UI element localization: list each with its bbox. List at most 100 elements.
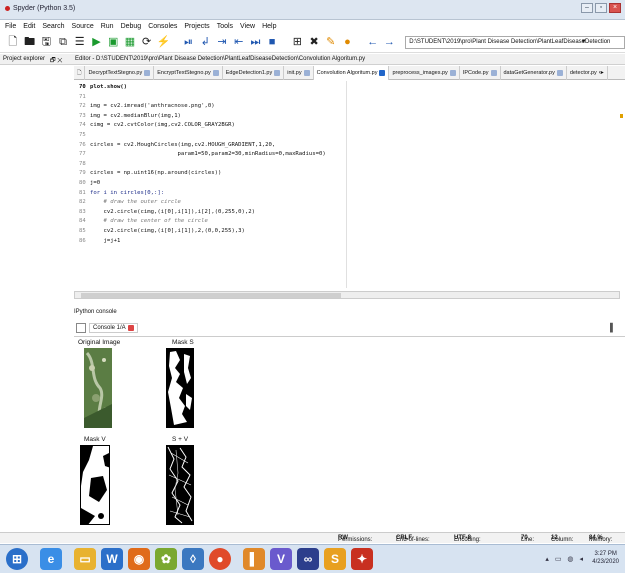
internet-explorer-icon[interactable]: e [40, 548, 62, 570]
menu-file[interactable]: File [5, 23, 16, 30]
console-browse-icon[interactable] [76, 323, 86, 333]
system-tray-icons[interactable]: ▴ ▭ ◍ ◂ [545, 555, 585, 563]
save-icon[interactable]: 🖫 [39, 35, 53, 50]
close-tab-icon[interactable] [144, 70, 151, 76]
rerun-icon[interactable]: ⚡ [156, 35, 170, 50]
file-explorer-icon[interactable]: ▭ [74, 548, 96, 570]
figure-label-mask-v: Mask V [84, 436, 106, 443]
step-return-icon[interactable]: ⇤ [232, 35, 246, 50]
menu-search[interactable]: Search [42, 23, 64, 30]
tab-edgedetection[interactable]: EdgeDetection1.py [223, 66, 285, 80]
infinity-app-icon[interactable]: ∞ [297, 548, 319, 570]
editor-horizontal-scrollbar[interactable] [74, 291, 620, 299]
word-icon[interactable]: W [101, 548, 123, 570]
menu-projects[interactable]: Projects [184, 23, 209, 30]
status-column: Column: 12 [551, 535, 573, 543]
tab-convolution[interactable]: Convolution Algoritum.py [313, 66, 390, 80]
tools-icon[interactable]: ✖ [307, 35, 321, 50]
clock[interactable]: 3:27 PM 4/23/2020 [592, 550, 619, 566]
tab-decrypt[interactable]: DecryptTextStegno.py [85, 66, 155, 80]
run-icon[interactable]: ▶ [90, 35, 104, 50]
scroll-tabs-icon[interactable]: ‹▸ [599, 67, 604, 80]
menu-consoles[interactable]: Consoles [148, 23, 177, 30]
close-tab-icon[interactable] [303, 70, 310, 76]
tab-ipcode[interactable]: IPCode.py [460, 66, 501, 80]
undock-icon[interactable]: 🗗 ✕ [50, 56, 63, 66]
close-tab-icon[interactable] [490, 70, 497, 76]
mask-s-image [166, 348, 194, 428]
run-cell-advance-icon[interactable]: ▦ [123, 35, 137, 50]
console-options-icon[interactable]: ▌ [610, 323, 616, 332]
status-column-label: Column: [551, 537, 574, 543]
run-cell-icon[interactable]: ▣ [106, 35, 120, 50]
status-encoding-label: Encoding: [454, 537, 481, 543]
spyder-taskbar-icon[interactable]: ✦ [351, 548, 373, 570]
menu-run[interactable]: Run [101, 23, 114, 30]
stop-debug-icon[interactable]: ■ [265, 35, 279, 50]
paint-icon[interactable]: ✿ [155, 548, 177, 570]
line-number: 85 [79, 227, 86, 234]
debug-icon[interactable]: ⏯ [182, 35, 196, 50]
maximize-button[interactable]: ▫ [595, 3, 607, 13]
back-arrow-icon[interactable]: ← [366, 35, 380, 50]
code-text: circles = cv2.HoughCircles(img,cv2.HOUGH… [90, 141, 276, 148]
list-icon[interactable]: ☰ [73, 35, 87, 50]
sublime-text-icon[interactable]: S [324, 548, 346, 570]
step-icon[interactable]: ↲ [198, 35, 212, 50]
menu-view[interactable]: View [240, 23, 255, 30]
firefox-icon[interactable]: ● [209, 548, 231, 570]
tool-icon[interactable]: ▌ [243, 548, 265, 570]
edge-line [346, 81, 347, 288]
console-tab[interactable]: Console 1/A [89, 323, 138, 333]
menu-source[interactable]: Source [72, 23, 94, 30]
status-permissions: Permissions: RW [338, 535, 372, 543]
tab-detector[interactable]: detector.py ‹▸ [567, 66, 608, 80]
close-tab-icon[interactable] [212, 70, 219, 76]
menu-tools[interactable]: Tools [217, 23, 233, 30]
step-into-icon[interactable]: ⇥ [215, 35, 229, 50]
title-bar: Spyder (Python 3.5) – ▫ × [0, 0, 625, 20]
start-button-icon[interactable]: ⊞ [6, 548, 28, 570]
line-number: 84 [79, 218, 86, 225]
close-console-icon[interactable] [127, 325, 134, 331]
tab-label: dataGetGenerator.py [503, 69, 555, 76]
close-tab-icon[interactable] [556, 70, 563, 76]
close-tab-icon[interactable] [449, 70, 456, 76]
menu-help[interactable]: Help [262, 23, 276, 30]
working-directory-field[interactable]: D:\STUDENT\2019\pro\Plant Disease Detect… [405, 36, 625, 49]
tab-datagetgenerator[interactable]: dataGetGenerator.py [501, 66, 567, 80]
tab-label: detector.py [569, 69, 597, 76]
run-selection-icon[interactable]: ⟳ [140, 35, 154, 50]
code-text: cimg = cv2.cvtColor(img,cv2.COLOR_GRAY2B… [90, 122, 235, 129]
line-number: 78 [79, 160, 86, 167]
continue-icon[interactable]: ⏭ [249, 35, 263, 50]
shield-icon[interactable]: ◊ [182, 548, 204, 570]
clock-time: 3:27 PM [594, 551, 617, 557]
figure-label-original: Original Image [78, 339, 121, 346]
forward-arrow-icon[interactable]: → [383, 35, 397, 50]
visual-studio-icon[interactable]: V [270, 548, 292, 570]
status-memory-label: Memory: [589, 537, 613, 543]
tab-label: Convolution Algoritum.py [316, 69, 378, 76]
python-path-icon[interactable]: ✎ [324, 35, 338, 50]
minimize-button[interactable]: – [581, 3, 593, 13]
media-player-icon[interactable]: ◉ [128, 548, 150, 570]
open-folder-icon[interactable]: 🖿 [23, 35, 37, 50]
maximize-pane-icon[interactable]: ⊞ [290, 35, 304, 50]
code-editor[interactable]: 70 plot.show() 71 72 img = cv2.imread('anthr… [74, 81, 625, 288]
status-eol-label: End-of-lines: [396, 537, 430, 543]
python-logo-icon[interactable]: ● [341, 35, 355, 50]
menu-edit[interactable]: Edit [23, 23, 35, 30]
save-all-icon[interactable]: ⧉ [56, 35, 70, 50]
close-tab-icon[interactable] [274, 70, 281, 76]
tab-init[interactable]: init.py [284, 66, 314, 80]
close-button[interactable]: × [609, 3, 621, 13]
tab-preprocess[interactable]: preprocess_images.py [389, 66, 460, 80]
tab-label: IPCode.py [462, 69, 489, 76]
tab-encrypt[interactable]: EncryptTextStegno.py [154, 66, 223, 80]
menu-debug[interactable]: Debug [121, 23, 142, 30]
tab-browse-icon[interactable]: 🗋 [74, 66, 86, 80]
new-file-icon[interactable]: 🗋 [6, 35, 20, 50]
close-tab-icon[interactable] [379, 70, 386, 76]
chevron-down-icon[interactable]: ▾ [582, 37, 586, 45]
